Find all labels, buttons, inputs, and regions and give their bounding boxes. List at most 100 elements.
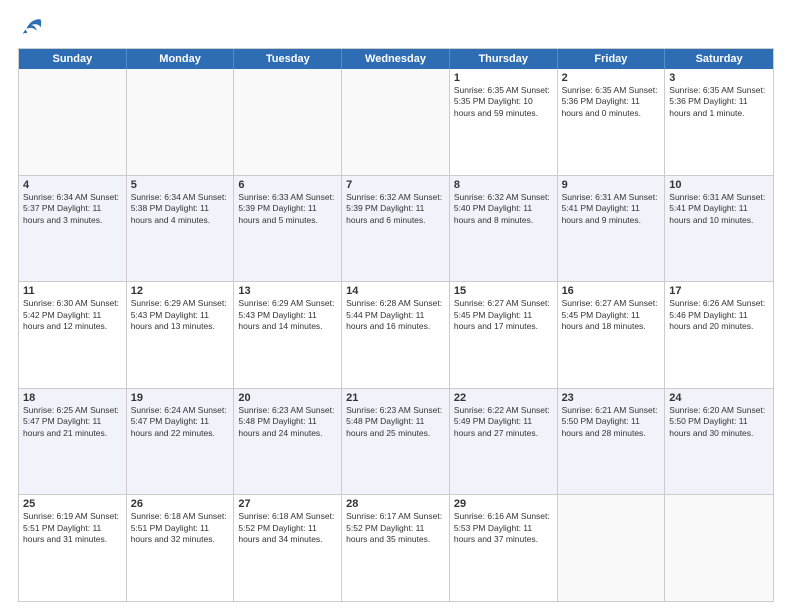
calendar: SundayMondayTuesdayWednesdayThursdayFrid…: [18, 48, 774, 602]
day-number: 13: [238, 285, 337, 297]
day-number: 21: [346, 392, 445, 404]
cell-info: Sunrise: 6:21 AM Sunset: 5:50 PM Dayligh…: [562, 405, 661, 439]
day-number: 23: [562, 392, 661, 404]
day-number: 29: [454, 498, 553, 510]
cell-info: Sunrise: 6:29 AM Sunset: 5:43 PM Dayligh…: [238, 298, 337, 332]
day-number: 8: [454, 179, 553, 191]
day-number: 26: [131, 498, 230, 510]
day-number: 9: [562, 179, 661, 191]
header-cell-saturday: Saturday: [665, 49, 773, 69]
day-number: 22: [454, 392, 553, 404]
day-number: 18: [23, 392, 122, 404]
calendar-cell: 23Sunrise: 6:21 AM Sunset: 5:50 PM Dayli…: [558, 389, 666, 495]
day-number: 10: [669, 179, 769, 191]
day-number: 12: [131, 285, 230, 297]
day-number: 16: [562, 285, 661, 297]
cell-info: Sunrise: 6:27 AM Sunset: 5:45 PM Dayligh…: [562, 298, 661, 332]
day-number: 19: [131, 392, 230, 404]
cell-info: Sunrise: 6:18 AM Sunset: 5:51 PM Dayligh…: [131, 511, 230, 545]
day-number: 6: [238, 179, 337, 191]
day-number: 14: [346, 285, 445, 297]
calendar-header-row: SundayMondayTuesdayWednesdayThursdayFrid…: [19, 49, 773, 69]
cell-info: Sunrise: 6:35 AM Sunset: 5:35 PM Dayligh…: [454, 85, 553, 119]
header-cell-thursday: Thursday: [450, 49, 558, 69]
cell-info: Sunrise: 6:35 AM Sunset: 5:36 PM Dayligh…: [669, 85, 769, 119]
calendar-cell: 19Sunrise: 6:24 AM Sunset: 5:47 PM Dayli…: [127, 389, 235, 495]
calendar-cell: 1Sunrise: 6:35 AM Sunset: 5:35 PM Daylig…: [450, 69, 558, 175]
day-number: 11: [23, 285, 122, 297]
calendar-cell: 28Sunrise: 6:17 AM Sunset: 5:52 PM Dayli…: [342, 495, 450, 601]
day-number: 1: [454, 72, 553, 84]
day-number: 17: [669, 285, 769, 297]
day-number: 27: [238, 498, 337, 510]
day-number: 5: [131, 179, 230, 191]
calendar-week-2: 4Sunrise: 6:34 AM Sunset: 5:37 PM Daylig…: [19, 176, 773, 283]
calendar-cell: 4Sunrise: 6:34 AM Sunset: 5:37 PM Daylig…: [19, 176, 127, 282]
cell-info: Sunrise: 6:29 AM Sunset: 5:43 PM Dayligh…: [131, 298, 230, 332]
day-number: 28: [346, 498, 445, 510]
cell-info: Sunrise: 6:30 AM Sunset: 5:42 PM Dayligh…: [23, 298, 122, 332]
calendar-cell: 15Sunrise: 6:27 AM Sunset: 5:45 PM Dayli…: [450, 282, 558, 388]
day-number: 24: [669, 392, 769, 404]
calendar-cell: 12Sunrise: 6:29 AM Sunset: 5:43 PM Dayli…: [127, 282, 235, 388]
calendar-cell: 25Sunrise: 6:19 AM Sunset: 5:51 PM Dayli…: [19, 495, 127, 601]
header-cell-tuesday: Tuesday: [234, 49, 342, 69]
cell-info: Sunrise: 6:23 AM Sunset: 5:48 PM Dayligh…: [346, 405, 445, 439]
calendar-cell: 13Sunrise: 6:29 AM Sunset: 5:43 PM Dayli…: [234, 282, 342, 388]
page-header: [18, 16, 774, 38]
calendar-cell: 29Sunrise: 6:16 AM Sunset: 5:53 PM Dayli…: [450, 495, 558, 601]
cell-info: Sunrise: 6:34 AM Sunset: 5:38 PM Dayligh…: [131, 192, 230, 226]
cell-info: Sunrise: 6:24 AM Sunset: 5:47 PM Dayligh…: [131, 405, 230, 439]
calendar-cell: 14Sunrise: 6:28 AM Sunset: 5:44 PM Dayli…: [342, 282, 450, 388]
calendar-cell: 17Sunrise: 6:26 AM Sunset: 5:46 PM Dayli…: [665, 282, 773, 388]
calendar-week-1: 1Sunrise: 6:35 AM Sunset: 5:35 PM Daylig…: [19, 69, 773, 176]
calendar-cell: 6Sunrise: 6:33 AM Sunset: 5:39 PM Daylig…: [234, 176, 342, 282]
calendar-cell: 3Sunrise: 6:35 AM Sunset: 5:36 PM Daylig…: [665, 69, 773, 175]
calendar-cell: 27Sunrise: 6:18 AM Sunset: 5:52 PM Dayli…: [234, 495, 342, 601]
calendar-cell: [558, 495, 666, 601]
cell-info: Sunrise: 6:32 AM Sunset: 5:39 PM Dayligh…: [346, 192, 445, 226]
day-number: 20: [238, 392, 337, 404]
calendar-cell: 21Sunrise: 6:23 AM Sunset: 5:48 PM Dayli…: [342, 389, 450, 495]
calendar-cell: 2Sunrise: 6:35 AM Sunset: 5:36 PM Daylig…: [558, 69, 666, 175]
calendar-cell: [342, 69, 450, 175]
day-number: 7: [346, 179, 445, 191]
calendar-week-5: 25Sunrise: 6:19 AM Sunset: 5:51 PM Dayli…: [19, 495, 773, 601]
calendar-cell: [234, 69, 342, 175]
header-cell-sunday: Sunday: [19, 49, 127, 69]
calendar-cell: 20Sunrise: 6:23 AM Sunset: 5:48 PM Dayli…: [234, 389, 342, 495]
header-cell-friday: Friday: [558, 49, 666, 69]
calendar-cell: 10Sunrise: 6:31 AM Sunset: 5:41 PM Dayli…: [665, 176, 773, 282]
calendar-cell: 22Sunrise: 6:22 AM Sunset: 5:49 PM Dayli…: [450, 389, 558, 495]
calendar-cell: [127, 69, 235, 175]
cell-info: Sunrise: 6:31 AM Sunset: 5:41 PM Dayligh…: [562, 192, 661, 226]
header-cell-wednesday: Wednesday: [342, 49, 450, 69]
calendar-body: 1Sunrise: 6:35 AM Sunset: 5:35 PM Daylig…: [19, 69, 773, 601]
day-number: 25: [23, 498, 122, 510]
day-number: 3: [669, 72, 769, 84]
cell-info: Sunrise: 6:23 AM Sunset: 5:48 PM Dayligh…: [238, 405, 337, 439]
calendar-week-4: 18Sunrise: 6:25 AM Sunset: 5:47 PM Dayli…: [19, 389, 773, 496]
calendar-cell: 18Sunrise: 6:25 AM Sunset: 5:47 PM Dayli…: [19, 389, 127, 495]
calendar-cell: 7Sunrise: 6:32 AM Sunset: 5:39 PM Daylig…: [342, 176, 450, 282]
day-number: 2: [562, 72, 661, 84]
cell-info: Sunrise: 6:25 AM Sunset: 5:47 PM Dayligh…: [23, 405, 122, 439]
logo: [18, 16, 42, 38]
cell-info: Sunrise: 6:32 AM Sunset: 5:40 PM Dayligh…: [454, 192, 553, 226]
calendar-cell: 8Sunrise: 6:32 AM Sunset: 5:40 PM Daylig…: [450, 176, 558, 282]
calendar-cell: 26Sunrise: 6:18 AM Sunset: 5:51 PM Dayli…: [127, 495, 235, 601]
calendar-cell: 9Sunrise: 6:31 AM Sunset: 5:41 PM Daylig…: [558, 176, 666, 282]
cell-info: Sunrise: 6:33 AM Sunset: 5:39 PM Dayligh…: [238, 192, 337, 226]
cell-info: Sunrise: 6:27 AM Sunset: 5:45 PM Dayligh…: [454, 298, 553, 332]
calendar-cell: 11Sunrise: 6:30 AM Sunset: 5:42 PM Dayli…: [19, 282, 127, 388]
cell-info: Sunrise: 6:26 AM Sunset: 5:46 PM Dayligh…: [669, 298, 769, 332]
cell-info: Sunrise: 6:28 AM Sunset: 5:44 PM Dayligh…: [346, 298, 445, 332]
calendar-cell: [19, 69, 127, 175]
cell-info: Sunrise: 6:19 AM Sunset: 5:51 PM Dayligh…: [23, 511, 122, 545]
cell-info: Sunrise: 6:35 AM Sunset: 5:36 PM Dayligh…: [562, 85, 661, 119]
calendar-cell: 24Sunrise: 6:20 AM Sunset: 5:50 PM Dayli…: [665, 389, 773, 495]
calendar-cell: [665, 495, 773, 601]
cell-info: Sunrise: 6:34 AM Sunset: 5:37 PM Dayligh…: [23, 192, 122, 226]
cell-info: Sunrise: 6:17 AM Sunset: 5:52 PM Dayligh…: [346, 511, 445, 545]
logo-bird-icon: [20, 16, 42, 38]
